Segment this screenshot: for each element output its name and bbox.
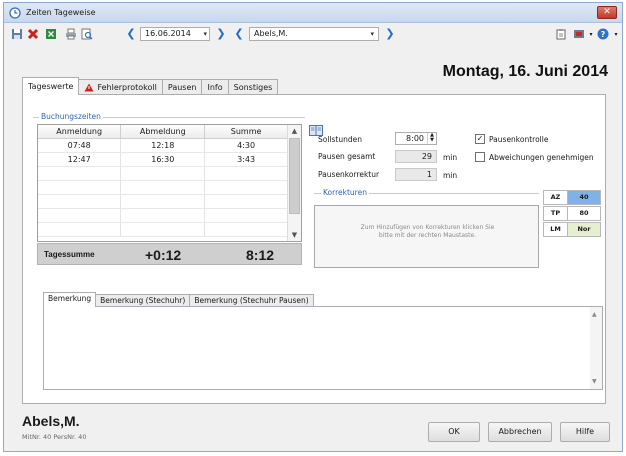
previous-employee-icon[interactable]: ❮	[232, 27, 246, 41]
clock-icon	[9, 7, 21, 19]
bookings-scrollbar[interactable]: ▲ ▼	[287, 125, 301, 241]
cancel-button[interactable]: Abbrechen	[488, 422, 552, 442]
table-row[interactable]	[38, 194, 288, 209]
warning-icon	[84, 83, 94, 92]
table-row[interactable]: 12:47 16:30 3:43	[38, 152, 288, 167]
main-window: Zeiten Tageweise ✕ ❮ 16.06.2014 ▾ ❯ ❮ Ab…	[3, 2, 623, 452]
employee-combo[interactable]: Abels,M. ▾	[249, 27, 379, 41]
pausen-gesamt-field: 29	[395, 150, 437, 163]
column-header[interactable]: Summe	[204, 125, 288, 139]
table-row[interactable]	[38, 222, 288, 237]
close-button[interactable]: ✕	[597, 6, 617, 19]
pausenkontrolle-label: Pausenkontrolle	[489, 135, 549, 144]
tab-pausen[interactable]: Pausen	[161, 79, 203, 95]
abweichungen-label: Abweichungen genehmigen	[489, 153, 594, 162]
unit-label: min	[443, 171, 458, 180]
summary-label: Tagessumme	[44, 250, 95, 259]
window-title: Zeiten Tageweise	[26, 8, 96, 17]
next-day-icon[interactable]: ❯	[214, 27, 228, 41]
help-icon[interactable]: ?	[596, 27, 610, 41]
tageswerte-panel: Buchungszeiten Anmeldung Abmeldung Summe…	[22, 94, 606, 404]
previous-day-icon[interactable]: ❮	[124, 27, 138, 41]
help-button[interactable]: Hilfe	[560, 422, 610, 442]
toolbar: ❮ 16.06.2014 ▾ ❯ ❮ Abels,M. ▾ ❯ ▾ ? ▾	[4, 24, 622, 44]
pausenkontrolle-checkbox[interactable]: ✓	[475, 134, 485, 144]
pausenkorrektur-field: 1	[395, 168, 437, 181]
chevron-down-icon[interactable]: ▾	[609, 27, 623, 41]
corrections-list[interactable]: Zum Hinzufügen von Korrekturen klicken S…	[314, 205, 539, 268]
summary-difference: +0:12	[145, 247, 182, 263]
scroll-up-icon[interactable]: ▲	[288, 125, 301, 137]
pausen-gesamt-label: Pausen gesamt	[318, 152, 376, 161]
table-row[interactable]	[38, 208, 288, 223]
clipboard-icon[interactable]	[554, 27, 568, 41]
page-title: Montag, 16. Juni 2014	[442, 63, 608, 80]
code-row-az: AZ 40	[543, 190, 601, 205]
scroll-up-icon[interactable]: ▲	[592, 311, 597, 318]
summary-total: 8:12	[246, 247, 275, 263]
date-value: 16.06.2014	[145, 29, 191, 38]
table-row[interactable]	[38, 180, 288, 195]
pausenkorrektur-label: Pausenkorrektur	[318, 170, 380, 179]
ok-button[interactable]: OK	[428, 422, 480, 442]
delete-icon[interactable]	[26, 27, 40, 41]
unit-label: min	[443, 153, 458, 162]
date-combo[interactable]: 16.06.2014 ▾	[140, 27, 210, 41]
bookings-group-label: Buchungszeiten	[39, 112, 103, 121]
main-tabs: Tageswerte Fehlerprotokoll Pausen Info S…	[22, 77, 279, 95]
table-row[interactable]: 07:48 12:18 4:30	[38, 138, 288, 153]
codes-panel: AZ 40 TP 80 LM Nor	[543, 190, 601, 238]
save-icon[interactable]	[10, 27, 24, 41]
next-employee-icon[interactable]: ❯	[383, 27, 397, 41]
excel-icon[interactable]	[44, 27, 58, 41]
remarks-scrollbar[interactable]: ▲ ▼	[590, 307, 602, 389]
scroll-thumb[interactable]	[289, 138, 300, 214]
code-row-lm: LM Nor	[543, 222, 601, 237]
chevron-down-icon: ▾	[370, 30, 374, 38]
table-row[interactable]	[38, 166, 288, 181]
chevron-down-icon: ▾	[203, 30, 207, 38]
title-bar[interactable]: Zeiten Tageweise ✕	[4, 3, 622, 23]
scroll-down-icon[interactable]: ▼	[288, 229, 301, 241]
abweichungen-checkbox[interactable]	[475, 152, 485, 162]
spin-arrows-icon[interactable]: ▲ ▼	[427, 133, 436, 144]
day-summary: Tagessumme +0:12 8:12	[37, 243, 302, 265]
corrections-hint: Zum Hinzufügen von Korrekturen klicken S…	[360, 224, 495, 239]
column-header[interactable]: Abmeldung	[120, 125, 206, 139]
remarks-textarea[interactable]: ▲ ▼	[43, 306, 603, 390]
bookings-table[interactable]: Anmeldung Abmeldung Summe 07:48 12:18 4:…	[37, 124, 302, 242]
sollstunden-label: Sollstunden	[318, 135, 363, 144]
column-header[interactable]: Anmeldung	[38, 125, 122, 139]
corrections-group-label: Korrekturen	[321, 188, 369, 197]
employee-value: Abels,M.	[254, 29, 288, 38]
employee-name: Abels,M.	[22, 413, 80, 429]
employee-info: MitNr. 40 PersNr. 40	[22, 433, 87, 441]
print-preview-icon[interactable]	[80, 27, 94, 41]
code-row-tp: TP 80	[543, 206, 601, 221]
svg-text:?: ?	[601, 30, 606, 39]
tab-info[interactable]: Info	[201, 79, 229, 95]
tab-bemerkung[interactable]: Bemerkung	[43, 292, 97, 307]
tab-sonstiges[interactable]: Sonstiges	[227, 79, 279, 95]
sollstunden-stepper[interactable]: 8:00 ▲ ▼	[395, 132, 437, 145]
print-icon[interactable]	[64, 27, 78, 41]
remarks-tabs: Bemerkung Bemerkung (Stechuhr) Bemerkung…	[43, 292, 314, 307]
tab-fehlerprotokoll[interactable]: Fehlerprotokoll	[78, 79, 163, 95]
tab-tageswerte[interactable]: Tageswerte	[22, 77, 80, 95]
scroll-down-icon[interactable]: ▼	[592, 378, 597, 385]
